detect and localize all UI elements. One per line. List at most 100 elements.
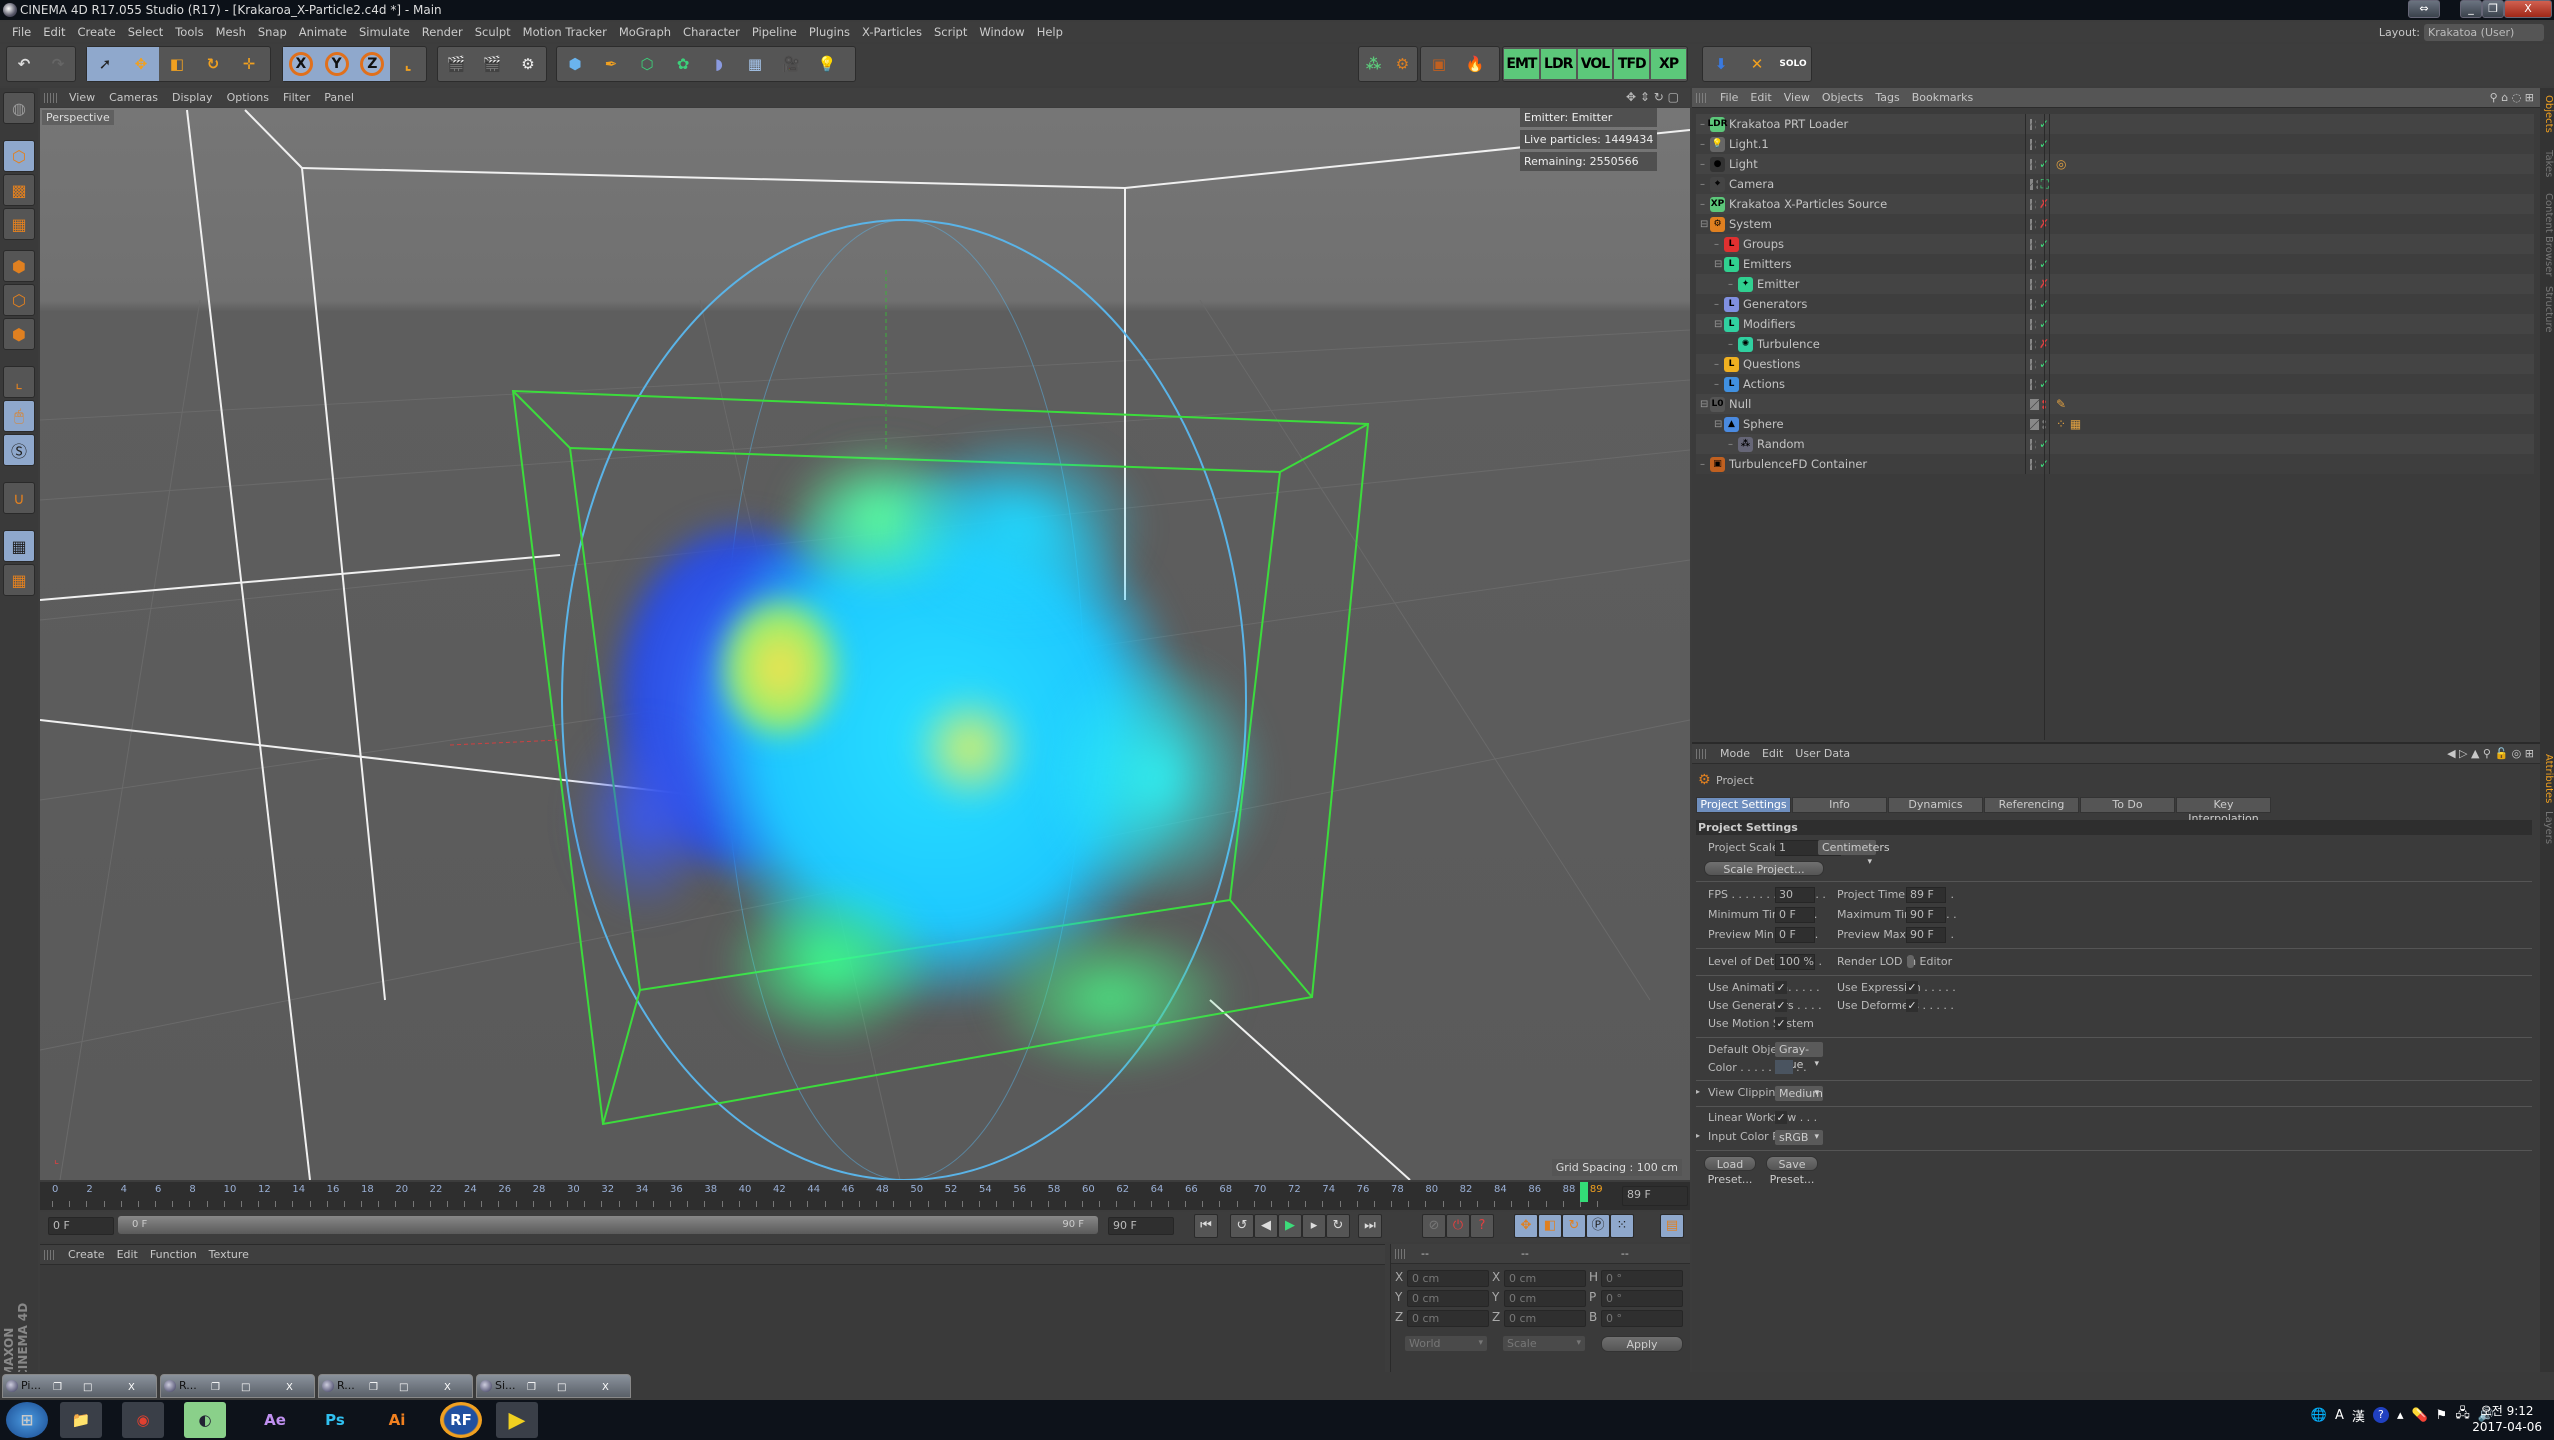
object-name-cell[interactable]: ⊟ ⚙ System [1696,214,2026,234]
minimum-time-field[interactable]: 0 F [1775,907,1815,923]
object-row-camera[interactable]: –⌖ Camera ⛶ [1696,174,2534,194]
record-keys-icon[interactable]: ⊘ [1422,1214,1446,1238]
network-icon[interactable]: 🖧 [2455,1404,2470,1426]
maximize-icon[interactable]: □ [83,1377,92,1399]
xparticles-system-icon[interactable]: ⁂ [1359,47,1388,81]
maximize-icon[interactable]: □ [557,1377,566,1399]
polygons-mode-icon[interactable]: ⬢ [3,318,35,350]
menu-help[interactable]: Help [1031,22,1069,42]
expand-toggle-icon[interactable]: ⊟ [1700,399,1710,410]
maximize-icon[interactable]: □ [399,1377,408,1399]
layer-icon[interactable] [2030,358,2033,370]
visibility-dots-icon[interactable] [2035,458,2036,470]
previous-key-icon[interactable]: ↺ [1230,1214,1254,1238]
visibility-dots-icon[interactable] [2035,138,2036,150]
objmenu-objects[interactable]: Objects [1816,88,1870,107]
points-mode-icon[interactable]: ⬢ [3,250,35,282]
object-row-null[interactable]: ⊟ L0 Null ✎ [1696,394,2534,414]
input-color-profile-dropdown[interactable]: sRGB [1775,1130,1823,1145]
object-name[interactable]: TurbulenceFD Container [1729,457,1867,471]
viewport-menu-view[interactable]: View [62,88,102,107]
object-row-krakatoa-x-particles-source[interactable]: –XP Krakatoa X-Particles Source ✗ [1696,194,2534,214]
start-frame-field[interactable]: 0 F [48,1217,114,1235]
layer-icon[interactable] [2030,118,2033,130]
layer-icon[interactable] [2030,198,2033,210]
layer-icon[interactable] [2030,438,2033,450]
tab-layers[interactable]: Layers [2540,810,2554,846]
object-row-random[interactable]: –⁂ Random ✓ [1696,434,2534,454]
clock[interactable]: 오전 9:12 2017-04-06 [2472,1403,2542,1435]
object-name[interactable]: Emitters [1743,257,1791,271]
object-name-cell[interactable]: – 💡 Light.1 [1696,134,2026,154]
object-name[interactable]: Generators [1743,297,1807,311]
tab-key-interpolation[interactable]: Key Interpolation [2176,797,2271,825]
object-row-krakatoa-prt-loader[interactable]: –LDRKrakatoa PRT Loader✓ [1696,114,2534,134]
visibility-dots-icon[interactable] [2035,198,2036,210]
workplane-align-icon[interactable]: ▦ [3,564,35,596]
expand-toggle-icon[interactable]: ⊟ [1714,259,1724,270]
menu-animate[interactable]: Animate [293,22,353,42]
restore-icon[interactable]: ❐ [53,1377,62,1399]
level-of-detail-field[interactable]: 100 % [1775,954,1815,970]
tab-takes[interactable]: Takes [2540,144,2554,184]
tray-globe-icon[interactable]: 🌐 [2311,1408,2327,1423]
object-name-cell[interactable]: – XP Krakatoa X-Particles Source [1696,194,2026,214]
start-button[interactable]: ⊞ [6,1402,48,1438]
rotate-icon[interactable]: ↻ [195,47,231,81]
current-frame-marker[interactable]: 89 [1579,1182,1603,1202]
object-name-cell[interactable]: ⊟ ▲ Sphere [1696,414,2026,434]
object-name-cell[interactable]: – L Groups [1696,234,2026,254]
layer-icon[interactable] [2030,218,2033,230]
cloner-icon[interactable]: ✿ [665,47,701,81]
object-manager-tools-icons[interactable]: ⚲ ⌂ ◌ ⊞ [2490,88,2534,108]
menu-tools[interactable]: Tools [169,22,209,42]
minimized-window[interactable]: Pi... ❐ □ X [2,1374,157,1398]
layout-selector[interactable]: Layout: Krakatoa (User) [2379,22,2544,42]
undo-icon[interactable]: ↶ [7,47,41,81]
layer-icon[interactable] [2030,298,2033,310]
visibility-dots-icon[interactable] [2035,258,2036,270]
next-frame-icon[interactable]: ▸ [1302,1214,1326,1238]
close-button[interactable]: X [2504,0,2552,18]
scale-icon[interactable]: ◧ [159,47,195,81]
menu-character[interactable]: Character [677,22,746,42]
render-lod-checkbox[interactable] [1907,955,1914,968]
coord-field[interactable]: 0 cm [1407,1310,1489,1327]
menu-snap[interactable]: Snap [252,22,293,42]
workplane-lock-icon[interactable]: ▦ [3,530,35,562]
restore-icon[interactable]: ❐ [369,1377,378,1399]
object-name[interactable]: Groups [1743,237,1784,251]
coordinate-system-icon[interactable]: ⌞ [390,47,426,81]
make-editable-icon[interactable]: ◍ [3,92,35,124]
restore-icon[interactable]: ❐ [527,1377,536,1399]
object-row-system[interactable]: ⊟⚙ System ✗ [1696,214,2534,234]
project-time-field[interactable]: 89 F [1906,887,1946,903]
visibility-dots-icon[interactable] [2035,298,2036,310]
coord-mode-dropdown[interactable]: World [1405,1336,1487,1351]
object-row-sphere[interactable]: ⊟ ▲ Sphere ⁘ ▦ [1696,414,2534,434]
object-name-cell[interactable]: – ✺ Turbulence [1696,334,2026,354]
object-name-cell[interactable]: ⊟ L0 Null [1696,394,2026,414]
menu-sculpt[interactable]: Sculpt [469,22,517,42]
render-to-picture-viewer-icon[interactable]: 🎬 [474,47,510,81]
taskbar-player-icon[interactable]: ▶ [496,1402,538,1438]
view-clipping-dropdown[interactable]: Medium [1775,1086,1823,1101]
minimized-window[interactable]: R... ❐ □ X [160,1374,315,1398]
object-row-questions[interactable]: –L Questions ✓ [1696,354,2534,374]
light-icon[interactable]: 💡 [809,47,845,81]
krakatoa-tfd-button[interactable]: TFD [1614,49,1650,79]
taskbar-photoshop-icon[interactable]: Ps [314,1402,356,1438]
object-name-cell[interactable]: ⊟ L Emitters [1696,254,2026,274]
close-icon[interactable]: X [444,1377,451,1399]
objmenu-file[interactable]: File [1714,88,1744,107]
menu-plugins[interactable]: Plugins [803,22,856,42]
pen-icon[interactable]: ✒ [593,47,629,81]
tab-content-browser[interactable]: Content Browser [2540,190,2554,280]
object-row-light[interactable]: –● Light ✓◎ [1696,154,2534,174]
viewport-menu-filter[interactable]: Filter [276,88,317,107]
object-name[interactable]: Krakatoa PRT Loader [1729,117,1848,131]
3d-viewport[interactable]: Perspective Emitter: Emitter Live partic… [40,108,1690,1180]
taskbar-chrome-icon[interactable]: ◉ [122,1402,164,1438]
axis-mode-icon[interactable]: ⌞ [3,366,35,398]
layer-icon[interactable] [2030,238,2033,250]
